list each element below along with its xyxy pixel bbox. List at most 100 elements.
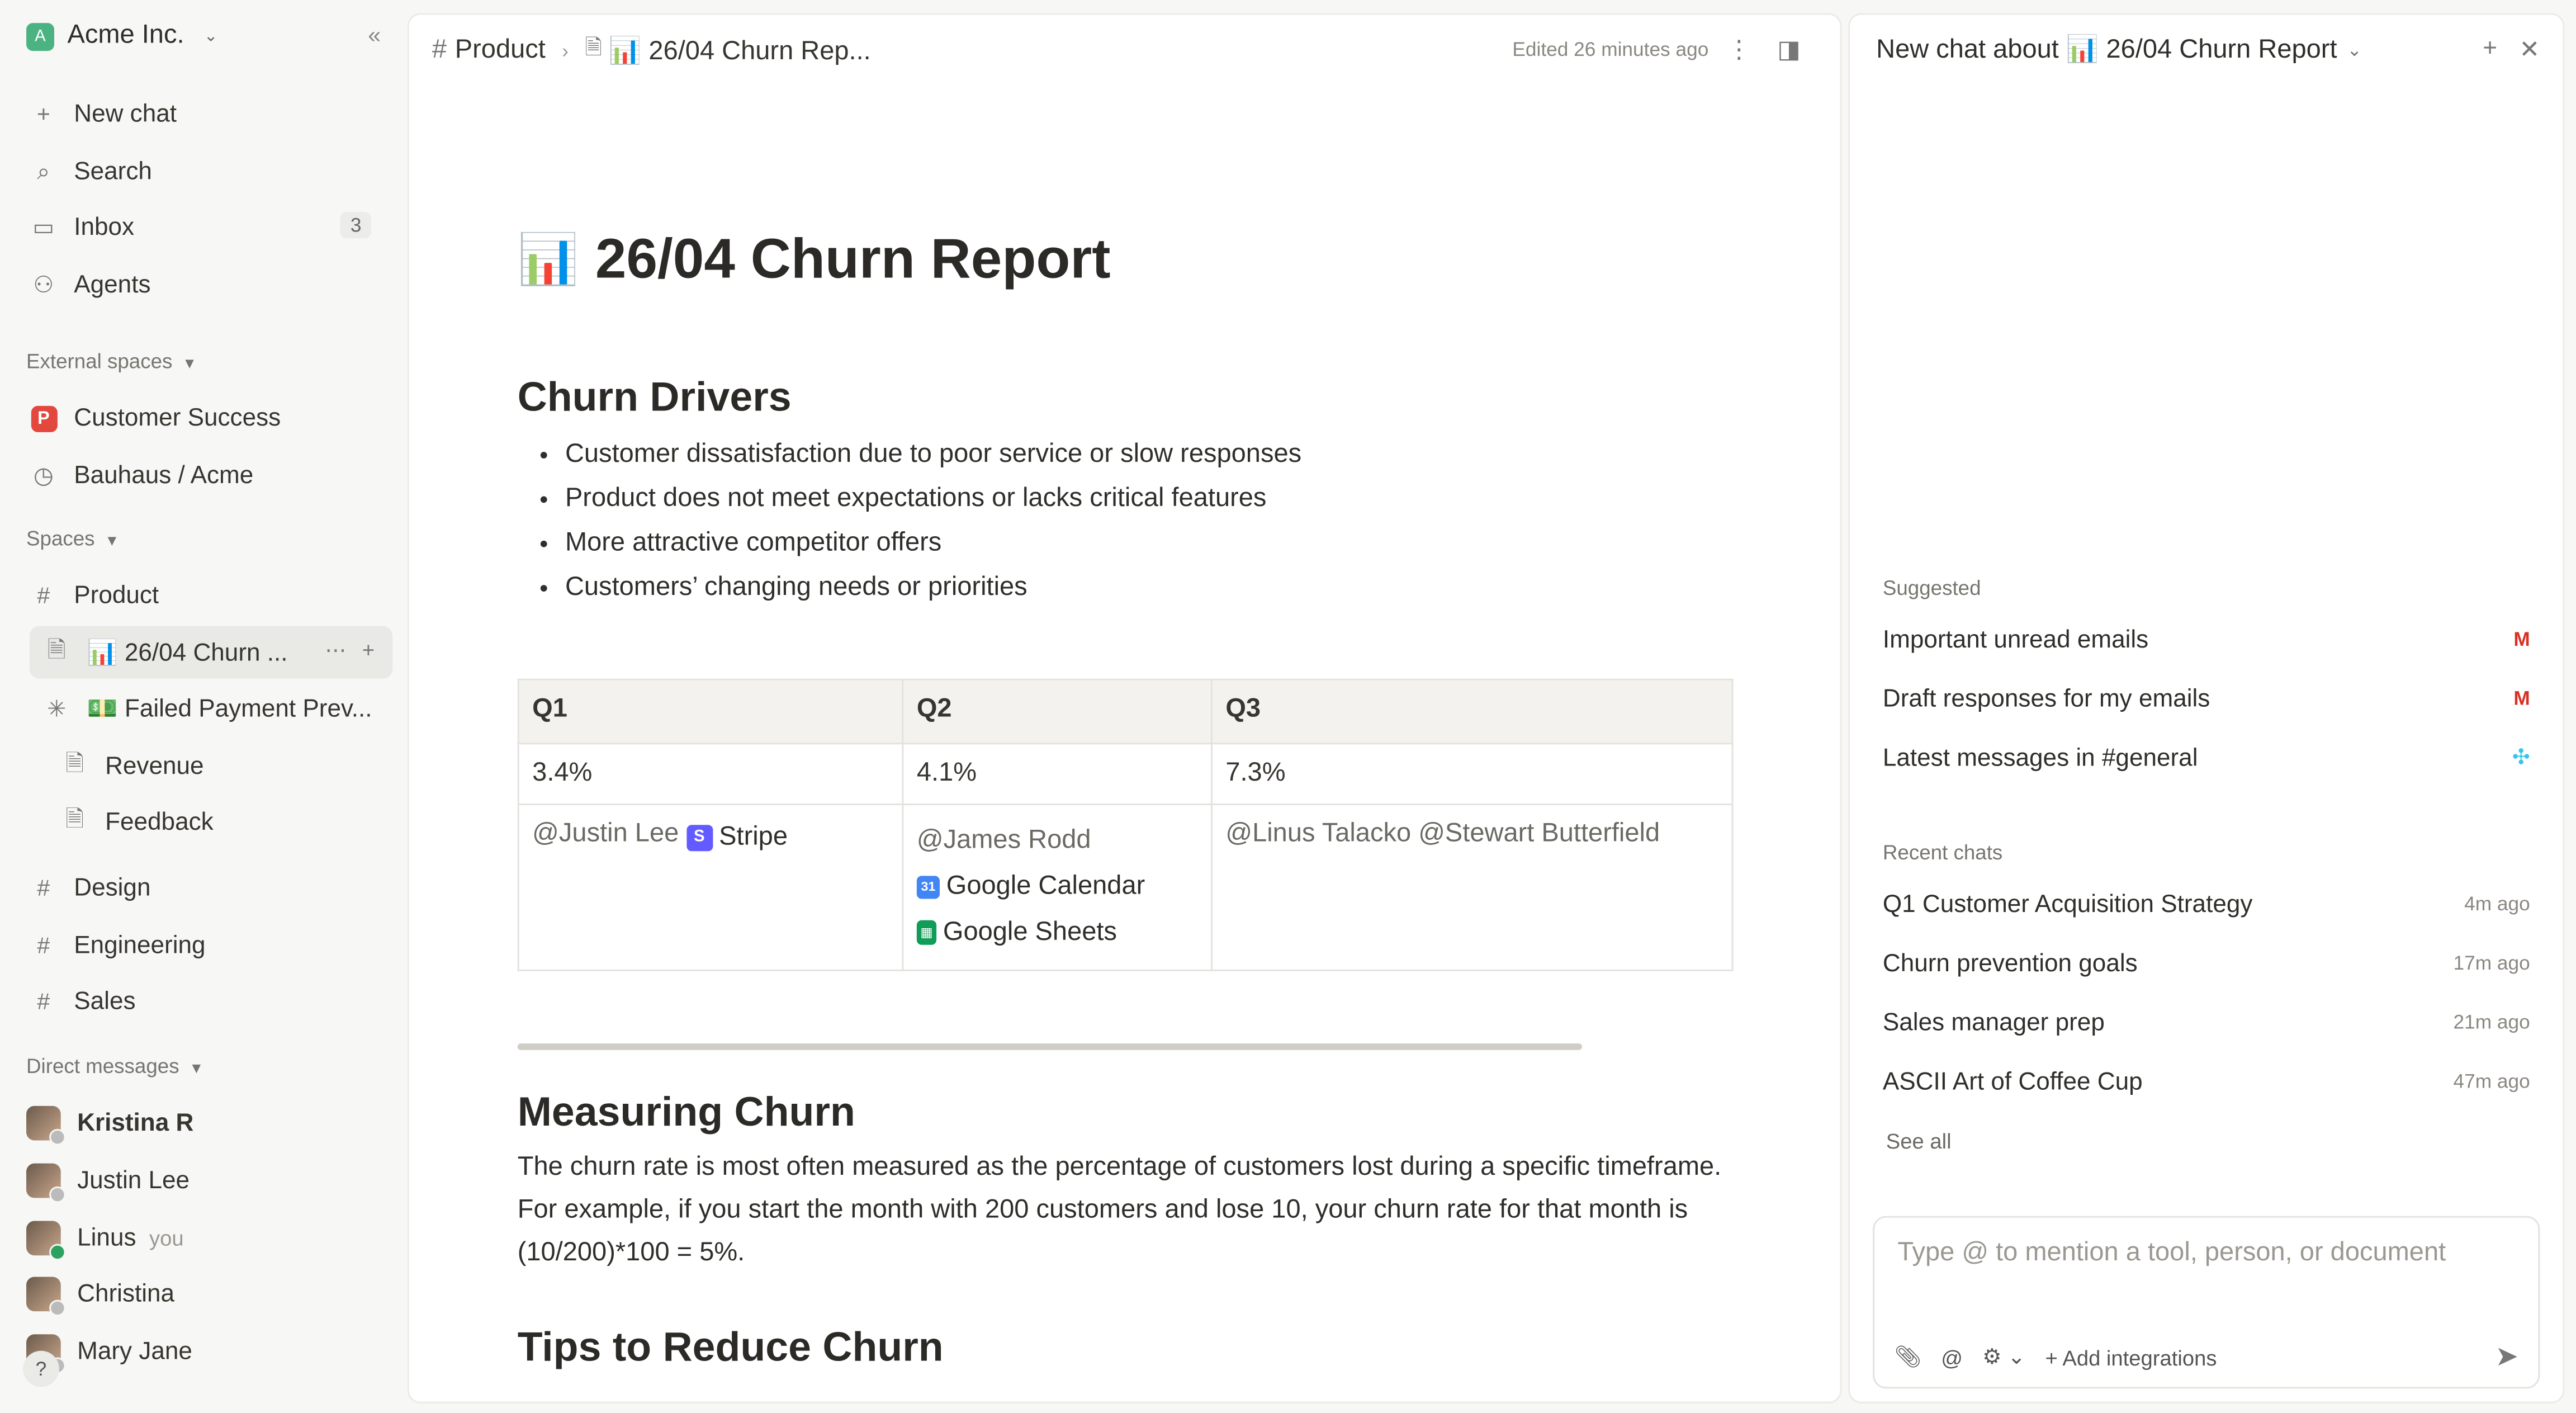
mention-james[interactable]: @James Rodd [917,820,1198,862]
space-label: Bauhaus / Acme [74,461,254,489]
space-engineering[interactable]: # Engineering [30,922,381,968]
dm-mary-jane[interactable]: Mary Jane [26,1328,378,1374]
page-label: 💵 Failed Payment Prev... [87,695,372,724]
search-button[interactable]: ⌕ Search [30,148,381,193]
collapse-sidebar-icon[interactable]: « [368,21,381,48]
new-chat-plus-icon[interactable]: + [2483,35,2497,63]
table-header-cell[interactable]: Q1 [517,678,904,745]
recent-chat-item[interactable]: Churn prevention goals 17m ago [1883,945,2530,981]
table-cell[interactable]: 4.1% [902,743,1213,806]
direct-messages-header[interactable]: Direct messages ▼ [26,1055,203,1078]
google-calendar-chip[interactable]: 31 Google Calendar [916,866,1145,909]
composer-toolbar: 📎︎ @ ⚙ ⌄ + Add integrations [1894,1344,2217,1371]
heading-churn-drivers: Churn Drivers [517,375,792,421]
attachment-icon[interactable]: 📎︎ [1894,1344,1921,1371]
spaces-header[interactable]: Spaces ▼ [26,527,119,550]
space-product[interactable]: # Product [30,572,381,618]
space-design[interactable]: # Design [30,864,381,910]
triangle-down-icon: ▼ [189,1060,204,1076]
space-customer-success[interactable]: P Customer Success [30,394,381,440]
recent-chat-item[interactable]: Sales manager prep 21m ago [1883,1004,2530,1041]
close-icon[interactable]: ✕ [2519,35,2540,64]
table-header-cell[interactable]: Q2 [902,678,1213,745]
page-churn-report[interactable]: 🗎 📊 26/04 Churn ... [42,630,394,675]
chat-panel: New chat about 📊 26/04 Churn Report ⌄ + … [1848,13,2565,1403]
inbox-button[interactable]: ▭ Inbox 3 [30,204,381,249]
triangle-down-icon: ▼ [105,532,120,549]
workspace-logo: A [26,22,54,50]
stripe-chip[interactable]: S Stripe [686,823,788,853]
you-label: you [149,1225,184,1250]
dm-christina[interactable]: Christina [26,1270,378,1316]
page-revenue[interactable]: 🗎 Revenue [61,743,406,788]
space-bauhaus-acme[interactable]: ◷ Bauhaus / Acme [30,452,381,498]
document-icon: 🗎 [585,34,603,59]
dm-name: Mary Jane [77,1336,192,1365]
hash-icon: # [432,36,447,64]
mention-at-icon[interactable]: @ [1941,1345,1963,1369]
table-scrollbar[interactable] [517,1043,1583,1050]
hash-icon: # [37,874,50,901]
google-calendar-icon: 31 [916,876,940,899]
mention-q3[interactable]: @Linus Talacko @Stewart Butterfield [1225,820,1660,848]
see-all-link[interactable]: See all [1886,1129,1952,1154]
agents-button[interactable]: ⚇ Agents [30,261,381,307]
new-chat-button[interactable]: + New chat [30,91,381,136]
drivers-list: Customer dissatisfaction due to poor ser… [518,432,1734,609]
dm-justin[interactable]: Justin Lee [26,1157,378,1203]
page-failed-payment[interactable]: ✳ 💵 Failed Payment Prev... [42,685,394,731]
recent-chat-label: Q1 Customer Acquisition Strategy [1882,890,2253,918]
google-sheets-chip[interactable]: ▦ Google Sheets [916,911,1117,954]
inbox-count-badge: 3 [340,212,372,239]
chat-input[interactable] [1894,1237,2509,1270]
list-item: Customer dissatisfaction due to poor ser… [565,432,1733,476]
model-selector-icon[interactable]: ⚙ ⌄ [1982,1344,2025,1371]
toggle-panel-icon[interactable]: ◨ [1777,35,1801,64]
more-options-icon[interactable]: ⋮ [1727,35,1751,64]
space-label: Design [74,873,151,901]
breadcrumb-space[interactable]: Product [455,36,546,66]
space-label: Customer Success [74,403,281,432]
external-spaces-header[interactable]: External spaces ▼ [26,350,197,373]
list-item: More attractive competitor offers [565,521,1733,565]
avatar [26,1162,66,1202]
plus-icon: + [36,100,50,127]
recent-chat-time: 17m ago [2453,951,2530,975]
chat-title: New chat about 📊 26/04 Churn Report [1876,36,2337,64]
dm-name: Christina [77,1279,175,1307]
suggestion-item[interactable]: Important unread emails M [1883,621,2530,658]
dm-linus[interactable]: Linus you [26,1214,378,1260]
table-cell[interactable]: @James Rodd 31 Google Calendar ▦ Google … [902,804,1213,971]
space-label: Engineering [74,930,206,959]
nav-label: Search [74,157,152,185]
chat-title-dropdown[interactable]: New chat about 📊 26/04 Churn Report ⌄ [1876,33,2362,66]
chip-label: Stripe [719,823,788,852]
breadcrumb-doc[interactable]: 📊 26/04 Churn Rep... [609,35,871,68]
add-integrations-button[interactable]: + Add integrations [2045,1345,2217,1369]
recent-chat-item[interactable]: ASCII Art of Coffee Cup 47m ago [1883,1063,2530,1099]
status-dot [49,1128,66,1145]
suggestion-item[interactable]: Latest messages in #general ✣ [1883,739,2530,776]
page-feedback[interactable]: 🗎 Feedback [61,798,406,844]
help-button[interactable]: ? [23,1350,59,1387]
suggestion-label: Latest messages in #general [1882,743,2198,772]
table-header-cell[interactable]: Q3 [1210,678,1734,745]
slack-icon: ✣ [2512,744,2530,769]
document-body: 📊 26/04 Churn Report Churn Drivers Custo… [517,228,1734,1371]
avatar [26,1105,66,1145]
table-cell[interactable]: @Linus Talacko @Stewart Butterfield [1210,804,1734,971]
space-sales[interactable]: # Sales [30,978,381,1024]
table-cell[interactable]: @Justin Lee S Stripe [517,804,904,971]
workspace-switcher[interactable]: A Acme Inc. ⌄ [26,18,217,54]
chart-emoji-icon: 📊 [517,233,579,288]
send-icon[interactable]: ➤ [2495,1341,2518,1374]
table-cell[interactable]: 3.4% [517,743,904,806]
recent-chat-label: Churn prevention goals [1882,949,2138,977]
nav-label: New chat [74,99,177,127]
suggestion-item[interactable]: Draft responses for my emails M [1883,680,2530,717]
table-cell[interactable]: 7.3% [1210,743,1734,806]
heading-tips: Tips to Reduce Churn [517,1324,944,1370]
dm-kristina[interactable]: Kristina R [26,1099,378,1145]
recent-chat-item[interactable]: Q1 Customer Acquisition Strategy 4m ago [1883,886,2530,922]
mention-justin[interactable]: @Justin Lee [532,820,679,848]
